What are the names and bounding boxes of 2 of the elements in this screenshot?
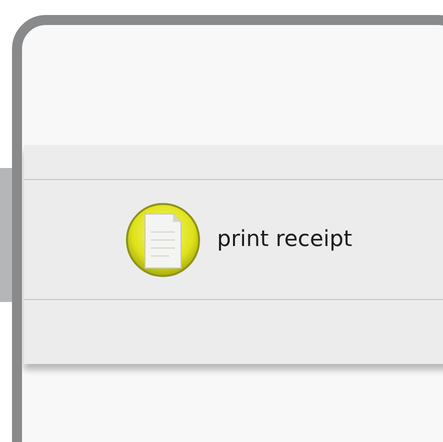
print-receipt-button[interactable]: print receipt xyxy=(125,202,352,278)
document-icon xyxy=(125,202,201,278)
